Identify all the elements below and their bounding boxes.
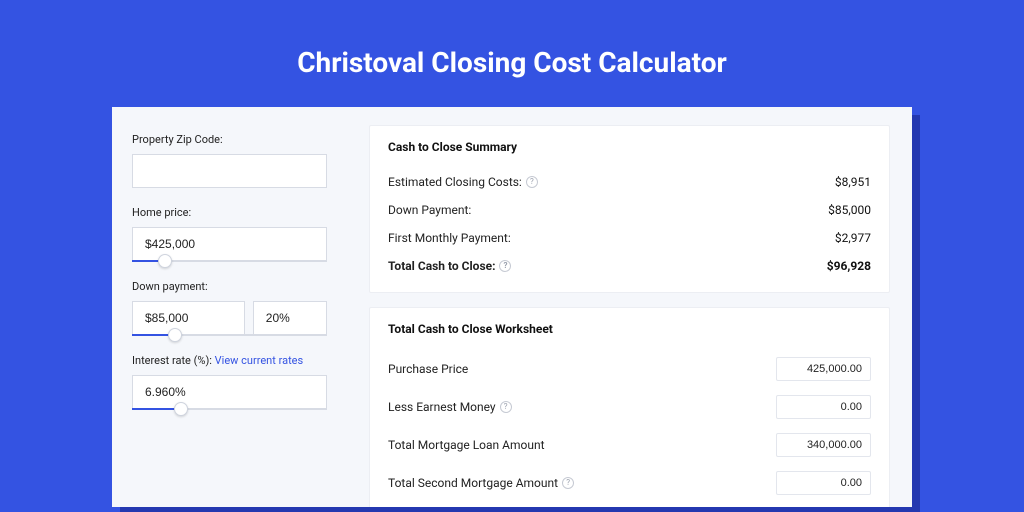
help-icon[interactable]: ? xyxy=(499,260,511,272)
home-price-label: Home price: xyxy=(132,206,327,219)
calculator-card: Property Zip Code: Home price: Down paym… xyxy=(112,107,912,507)
summary-label-total: Total Cash to Close: xyxy=(388,259,495,273)
ws-label-second-mortgage: Total Second Mortgage Amount xyxy=(388,476,558,490)
worksheet-title: Total Cash to Close Worksheet xyxy=(388,322,871,336)
down-payment-input[interactable] xyxy=(132,301,245,335)
summary-val-closing: $8,951 xyxy=(835,175,871,189)
summary-label-first: First Monthly Payment: xyxy=(388,231,511,245)
interest-rate-input[interactable] xyxy=(132,375,327,409)
help-icon[interactable]: ? xyxy=(526,176,538,188)
summary-val-total: $96,928 xyxy=(827,259,871,273)
ws-input-mortgage[interactable] xyxy=(776,433,871,457)
inputs-panel: Property Zip Code: Home price: Down paym… xyxy=(112,107,347,507)
ws-input-second-mortgage[interactable] xyxy=(776,471,871,495)
summary-row-closing-costs: Estimated Closing Costs: ? $8,951 xyxy=(388,168,871,196)
interest-rate-slider[interactable] xyxy=(132,408,327,410)
home-price-slider[interactable] xyxy=(132,260,327,262)
summary-row-down-payment: Down Payment: $85,000 xyxy=(388,196,871,224)
zip-field: Property Zip Code: xyxy=(132,133,327,188)
ws-input-purchase[interactable] xyxy=(776,357,871,381)
summary-card: Cash to Close Summary Estimated Closing … xyxy=(369,125,890,293)
interest-rate-label-text: Interest rate (%): xyxy=(132,354,212,367)
down-payment-label: Down payment: xyxy=(132,280,327,293)
summary-row-total: Total Cash to Close: ? $96,928 xyxy=(388,252,871,280)
help-icon[interactable]: ? xyxy=(500,401,512,413)
ws-row-purchase-price: Purchase Price xyxy=(388,350,871,388)
ws-row-mortgage-loan: Total Mortgage Loan Amount xyxy=(388,426,871,464)
zip-label: Property Zip Code: xyxy=(132,133,327,146)
summary-title: Cash to Close Summary xyxy=(388,140,871,154)
ws-label-mortgage: Total Mortgage Loan Amount xyxy=(388,438,545,452)
page-title: Christoval Closing Cost Calculator xyxy=(297,46,727,79)
home-price-field: Home price: xyxy=(132,206,327,262)
ws-label-purchase: Purchase Price xyxy=(388,362,468,376)
summary-val-first: $2,977 xyxy=(835,231,871,245)
down-payment-field: Down payment: xyxy=(132,280,327,336)
ws-row-earnest-money: Less Earnest Money ? xyxy=(388,388,871,426)
view-rates-link[interactable]: View current rates xyxy=(215,354,304,367)
down-payment-slider[interactable] xyxy=(132,334,327,336)
help-icon[interactable]: ? xyxy=(562,477,574,489)
summary-row-first-payment: First Monthly Payment: $2,977 xyxy=(388,224,871,252)
ws-row-second-mortgage: Total Second Mortgage Amount ? xyxy=(388,464,871,502)
interest-rate-field: Interest rate (%): View current rates xyxy=(132,354,327,410)
down-payment-pct-input[interactable] xyxy=(253,301,327,335)
calculator-card-wrapper: Property Zip Code: Home price: Down paym… xyxy=(112,107,912,507)
ws-input-earnest[interactable] xyxy=(776,395,871,419)
results-panel: Cash to Close Summary Estimated Closing … xyxy=(347,107,912,507)
worksheet-card: Total Cash to Close Worksheet Purchase P… xyxy=(369,307,890,507)
ws-label-earnest: Less Earnest Money xyxy=(388,400,496,414)
summary-val-down: $85,000 xyxy=(828,203,871,217)
summary-label-closing: Estimated Closing Costs: xyxy=(388,175,522,189)
interest-rate-label: Interest rate (%): View current rates xyxy=(132,354,327,367)
zip-input[interactable] xyxy=(132,154,327,188)
summary-label-down: Down Payment: xyxy=(388,203,471,217)
